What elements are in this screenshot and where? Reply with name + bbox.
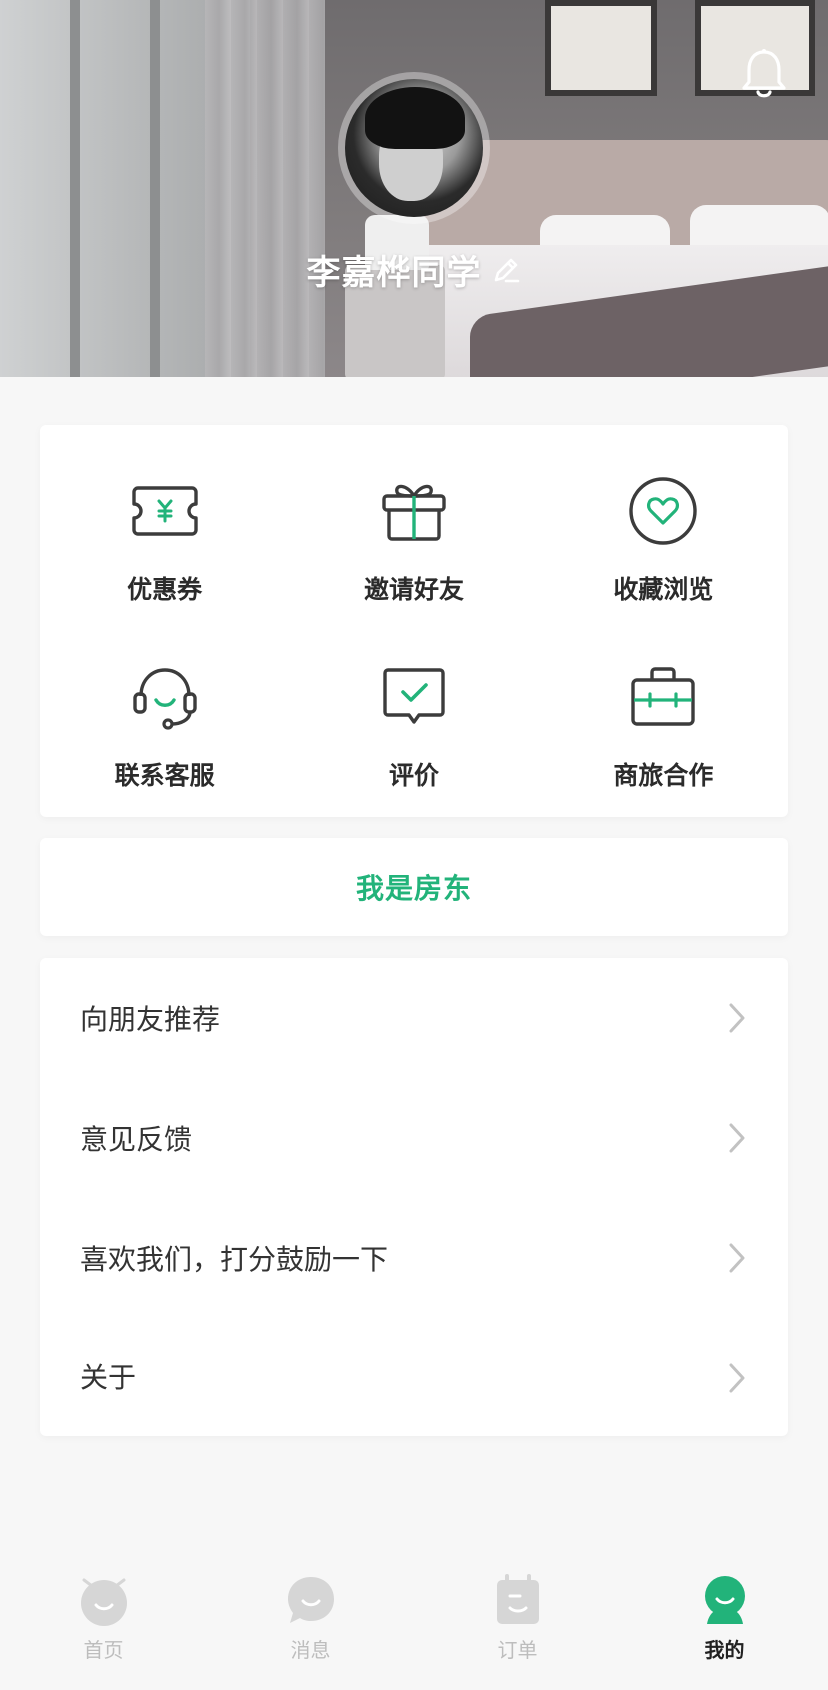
user-name-row[interactable]: 李嘉桦同学 xyxy=(0,245,828,294)
bottom-tab-bar: 首页 消息 订单 我的 xyxy=(0,1560,828,1690)
headset-icon xyxy=(132,668,197,730)
menu-item-about-text: 关于 xyxy=(80,1356,247,1400)
tab-label: 消息 xyxy=(290,1638,331,1662)
menu-item-recommend[interactable]: 向朋友推荐 xyxy=(40,958,788,1078)
landlord-button[interactable]: 我是房东 xyxy=(40,838,788,936)
quick-action-support[interactable]: 联系客服 xyxy=(40,660,289,846)
redacted-app-name xyxy=(136,1365,247,1400)
chevron-right-icon xyxy=(729,1123,745,1153)
edit-icon[interactable] xyxy=(490,254,522,286)
quick-action-label: 评价 xyxy=(388,761,439,790)
tab-label: 我的 xyxy=(704,1638,745,1662)
bell-icon[interactable] xyxy=(740,48,788,100)
quick-action-invite[interactable]: 邀请好友 xyxy=(289,474,538,660)
menu-item-label: 关于 xyxy=(80,1361,137,1395)
quick-action-label: 邀请好友 xyxy=(363,575,464,604)
menu-item-about[interactable]: 关于 xyxy=(40,1318,788,1438)
chevron-right-icon xyxy=(729,1003,745,1033)
menu-item-label: 意见反馈 xyxy=(80,1123,193,1156)
briefcase-icon xyxy=(631,667,696,726)
home-icon xyxy=(80,1578,127,1626)
tab-profile[interactable]: 我的 xyxy=(621,1560,828,1690)
avatar-photo xyxy=(345,79,483,217)
profile-icon xyxy=(704,1576,745,1624)
menu-item-rate[interactable]: 喜欢我们，打分鼓励一下 xyxy=(40,1198,788,1318)
chevron-right-icon xyxy=(729,1363,745,1393)
quick-action-label: 商旅合作 xyxy=(613,761,714,790)
tab-home[interactable]: 首页 xyxy=(0,1560,207,1690)
menu-item-label: 喜欢我们，打分鼓励一下 xyxy=(80,1243,389,1276)
background-window-frame xyxy=(70,0,80,377)
tab-messages[interactable]: 消息 xyxy=(207,1560,414,1690)
message-icon xyxy=(287,1577,334,1623)
heart-icon xyxy=(629,477,698,545)
landlord-label: 我是房东 xyxy=(355,872,472,905)
background-curtain xyxy=(205,0,325,377)
quick-action-label: 联系客服 xyxy=(114,761,215,790)
user-name: 李嘉桦同学 xyxy=(306,253,482,293)
quick-action-business[interactable]: 商旅合作 xyxy=(539,660,788,846)
avatar[interactable] xyxy=(338,72,490,224)
quick-action-coupon[interactable]: 优惠券 xyxy=(40,474,289,660)
quick-actions-card: 优惠券 邀请好友 收藏浏览 联系客服 评价 商旅合作 xyxy=(40,425,788,817)
quick-action-review[interactable]: 评价 xyxy=(289,660,538,846)
quick-action-label: 优惠券 xyxy=(127,575,203,604)
review-icon xyxy=(383,668,445,724)
quick-action-label: 收藏浏览 xyxy=(613,575,714,604)
menu-item-feedback[interactable]: 意见反馈 xyxy=(40,1078,788,1198)
quick-action-favorites[interactable]: 收藏浏览 xyxy=(539,474,788,660)
settings-list: 向朋友推荐 意见反馈 喜欢我们，打分鼓励一下 关于 xyxy=(40,958,788,1436)
background-picture-frame xyxy=(545,0,657,96)
coupon-icon xyxy=(131,486,198,536)
menu-item-label: 向朋友推荐 xyxy=(80,1003,221,1036)
tab-label: 首页 xyxy=(83,1638,124,1662)
profile-header: 李嘉桦同学 xyxy=(0,0,828,377)
chevron-right-icon xyxy=(729,1243,745,1273)
gift-icon xyxy=(382,484,446,541)
tab-label: 订单 xyxy=(497,1638,538,1662)
tab-orders[interactable]: 订单 xyxy=(414,1560,621,1690)
background-window-frame xyxy=(150,0,160,377)
order-icon xyxy=(496,1574,539,1624)
